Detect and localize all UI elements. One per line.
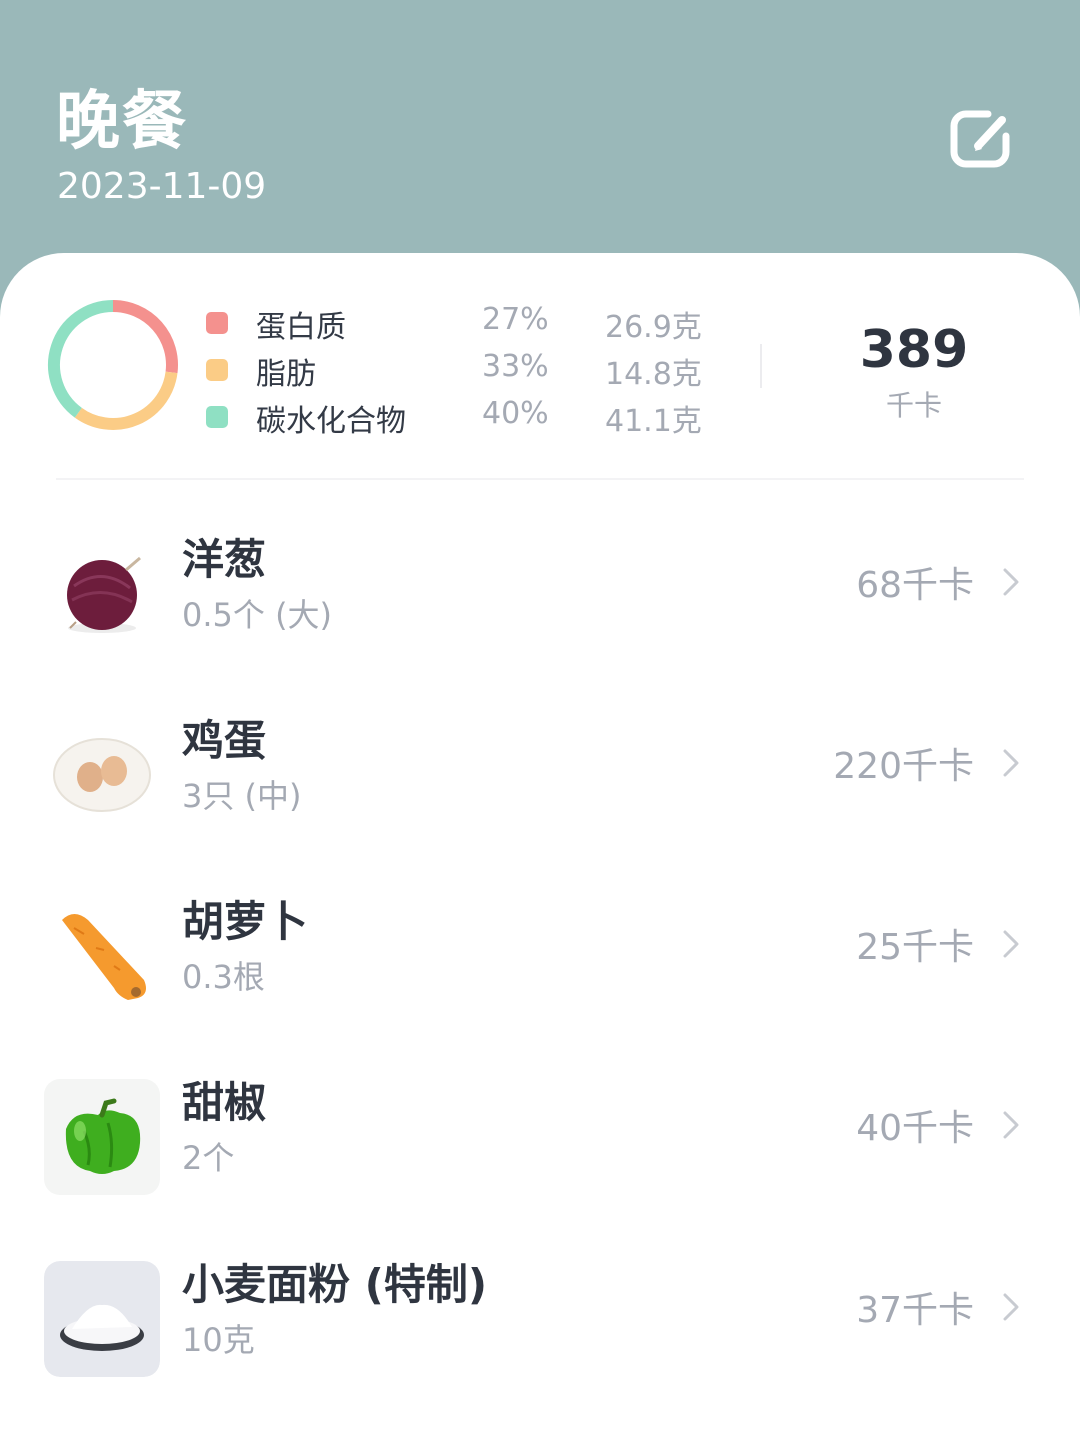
macro-percent: 27% (482, 302, 549, 337)
macro-grams: 26.9克 (605, 310, 702, 345)
section-divider (56, 478, 1024, 480)
macro-grams: 41.1克 (605, 404, 702, 439)
food-item-carrot[interactable]: 胡萝卜 0.3根 25千卡 (0, 897, 1080, 1048)
food-calories: 40千卡 (856, 1108, 974, 1149)
page-title: 晚餐 (56, 85, 188, 159)
bell-pepper-image (44, 1079, 160, 1195)
food-name: 甜椒 (182, 1078, 267, 1127)
protein-color-dot (206, 312, 228, 334)
macro-percent: 40% (482, 396, 549, 431)
food-quantity: 2个 (182, 1139, 235, 1177)
food-quantity: 3只 (中) (182, 777, 302, 815)
eggs-image (44, 717, 160, 833)
macro-name: 碳水化合物 (256, 404, 406, 439)
food-item-onion[interactable]: 洋葱 0.5个 (大) 68千卡 (0, 535, 1080, 686)
chevron-right-icon (1003, 1111, 1019, 1139)
chevron-right-icon (1003, 568, 1019, 596)
summary-divider (760, 344, 762, 388)
food-quantity: 0.5个 (大) (182, 596, 333, 634)
food-calories: 37千卡 (856, 1290, 974, 1331)
chevron-right-icon (1003, 1293, 1019, 1321)
food-name: 鸡蛋 (182, 716, 267, 765)
food-calories: 68千卡 (856, 565, 974, 606)
food-name: 洋葱 (182, 535, 267, 584)
macro-percent: 33% (482, 349, 549, 384)
macro-name: 脂肪 (256, 357, 316, 392)
food-calories: 25千卡 (856, 927, 974, 968)
fat-color-dot (206, 359, 228, 381)
food-item-egg[interactable]: 鸡蛋 3只 (中) 220千卡 (0, 716, 1080, 867)
chevron-right-icon (1003, 930, 1019, 958)
total-calories-unit: 千卡 (885, 389, 942, 422)
onion-image (44, 536, 160, 652)
food-name: 胡萝卜 (182, 897, 309, 946)
chevron-right-icon (1003, 749, 1019, 777)
meal-date: 2023-11-09 (57, 166, 267, 207)
total-calories: 389 (859, 320, 969, 380)
macro-row-protein: 蛋白质 27% 26.9克 (0, 302, 720, 345)
macro-name: 蛋白质 (256, 310, 346, 345)
carrot-image (44, 898, 160, 1014)
food-calories: 220千卡 (833, 746, 974, 787)
food-item-bell-pepper[interactable]: 甜椒 2个 40千卡 (0, 1078, 1080, 1229)
macro-grams: 14.8克 (605, 357, 702, 392)
edit-button[interactable] (948, 106, 1014, 172)
food-quantity: 0.3根 (182, 958, 265, 996)
food-name: 小麦面粉 (特制) (182, 1260, 488, 1309)
food-item-flour[interactable]: 小麦面粉 (特制) 10克 37千卡 (0, 1260, 1080, 1411)
macro-row-fat: 脂肪 33% 14.8克 (0, 349, 720, 392)
edit-icon (950, 110, 1010, 168)
carbs-color-dot (206, 406, 228, 428)
food-quantity: 10克 (182, 1321, 255, 1359)
flour-image (44, 1261, 160, 1377)
macro-row-carbs: 碳水化合物 40% 41.1克 (0, 396, 720, 439)
